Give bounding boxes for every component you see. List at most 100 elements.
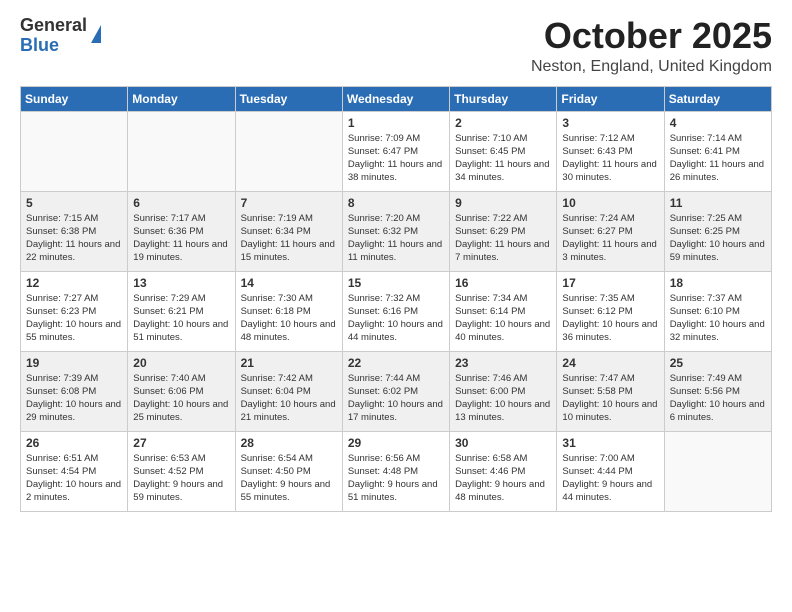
- day-number: 10: [562, 196, 658, 210]
- day-number: 27: [133, 436, 229, 450]
- day-number: 4: [670, 116, 766, 130]
- day-info: Sunrise: 7:44 AM Sunset: 6:02 PM Dayligh…: [348, 372, 444, 425]
- day-cell: 31 Sunrise: 7:00 AM Sunset: 4:44 PM Dayli…: [557, 431, 664, 511]
- week-row-5: 26 Sunrise: 6:51 AM Sunset: 4:54 PM Dayli…: [21, 431, 772, 511]
- day-info: Sunrise: 6:56 AM Sunset: 4:48 PM Dayligh…: [348, 452, 444, 505]
- day-cell: 4 Sunrise: 7:14 AM Sunset: 6:41 PM Daylig…: [664, 111, 771, 191]
- day-info: Sunrise: 7:25 AM Sunset: 6:25 PM Dayligh…: [670, 212, 766, 265]
- day-number: 17: [562, 276, 658, 290]
- day-cell: 30 Sunrise: 6:58 AM Sunset: 4:46 PM Dayli…: [450, 431, 557, 511]
- day-info: Sunrise: 7:15 AM Sunset: 6:38 PM Dayligh…: [26, 212, 122, 265]
- header-thursday: Thursday: [450, 86, 557, 111]
- day-info: Sunrise: 7:00 AM Sunset: 4:44 PM Dayligh…: [562, 452, 658, 505]
- day-cell: 28 Sunrise: 6:54 AM Sunset: 4:50 PM Dayli…: [235, 431, 342, 511]
- logo-text: General Blue: [20, 16, 87, 56]
- day-info: Sunrise: 7:32 AM Sunset: 6:16 PM Dayligh…: [348, 292, 444, 345]
- day-cell: 22 Sunrise: 7:44 AM Sunset: 6:02 PM Dayli…: [342, 351, 449, 431]
- day-number: 12: [26, 276, 122, 290]
- calendar: Sunday Monday Tuesday Wednesday Thursday…: [20, 86, 772, 512]
- day-number: 20: [133, 356, 229, 370]
- day-number: 24: [562, 356, 658, 370]
- header-monday: Monday: [128, 86, 235, 111]
- logo: General Blue: [20, 16, 101, 56]
- day-cell: [21, 111, 128, 191]
- day-number: 31: [562, 436, 658, 450]
- day-info: Sunrise: 6:58 AM Sunset: 4:46 PM Dayligh…: [455, 452, 551, 505]
- day-number: 30: [455, 436, 551, 450]
- day-info: Sunrise: 7:14 AM Sunset: 6:41 PM Dayligh…: [670, 132, 766, 185]
- title-block: October 2025 Neston, England, United Kin…: [531, 16, 772, 76]
- day-info: Sunrise: 7:34 AM Sunset: 6:14 PM Dayligh…: [455, 292, 551, 345]
- day-cell: 26 Sunrise: 6:51 AM Sunset: 4:54 PM Dayli…: [21, 431, 128, 511]
- day-info: Sunrise: 7:27 AM Sunset: 6:23 PM Dayligh…: [26, 292, 122, 345]
- day-cell: 7 Sunrise: 7:19 AM Sunset: 6:34 PM Daylig…: [235, 191, 342, 271]
- day-number: 18: [670, 276, 766, 290]
- week-row-2: 5Sunrise: 7:15 AM Sunset: 6:38 PM Daylig…: [21, 191, 772, 271]
- day-cell: 2 Sunrise: 7:10 AM Sunset: 6:45 PM Daylig…: [450, 111, 557, 191]
- day-cell: 24Sunrise: 7:47 AM Sunset: 5:58 PM Dayli…: [557, 351, 664, 431]
- day-info: Sunrise: 7:29 AM Sunset: 6:21 PM Dayligh…: [133, 292, 229, 345]
- day-cell: 10 Sunrise: 7:24 AM Sunset: 6:27 PM Dayli…: [557, 191, 664, 271]
- day-info: Sunrise: 7:40 AM Sunset: 6:06 PM Dayligh…: [133, 372, 229, 425]
- day-info: Sunrise: 7:39 AM Sunset: 6:08 PM Dayligh…: [26, 372, 122, 425]
- day-number: 25: [670, 356, 766, 370]
- day-cell: 8Sunrise: 7:20 AM Sunset: 6:32 PM Daylig…: [342, 191, 449, 271]
- day-info: Sunrise: 7:46 AM Sunset: 6:00 PM Dayligh…: [455, 372, 551, 425]
- day-number: 7: [241, 196, 337, 210]
- day-number: 19: [26, 356, 122, 370]
- day-number: 21: [241, 356, 337, 370]
- header-wednesday: Wednesday: [342, 86, 449, 111]
- day-number: 9: [455, 196, 551, 210]
- day-info: Sunrise: 7:12 AM Sunset: 6:43 PM Dayligh…: [562, 132, 658, 185]
- day-cell: 3Sunrise: 7:12 AM Sunset: 6:43 PM Daylig…: [557, 111, 664, 191]
- weekday-header-row: Sunday Monday Tuesday Wednesday Thursday…: [21, 86, 772, 111]
- header-friday: Friday: [557, 86, 664, 111]
- header-sunday: Sunday: [21, 86, 128, 111]
- day-cell: 9 Sunrise: 7:22 AM Sunset: 6:29 PM Daylig…: [450, 191, 557, 271]
- day-number: 23: [455, 356, 551, 370]
- day-number: 14: [241, 276, 337, 290]
- day-number: 22: [348, 356, 444, 370]
- day-cell: 1Sunrise: 7:09 AM Sunset: 6:47 PM Daylig…: [342, 111, 449, 191]
- day-info: Sunrise: 7:09 AM Sunset: 6:47 PM Dayligh…: [348, 132, 444, 185]
- week-row-1: 1Sunrise: 7:09 AM Sunset: 6:47 PM Daylig…: [21, 111, 772, 191]
- week-row-4: 19 Sunrise: 7:39 AM Sunset: 6:08 PM Dayli…: [21, 351, 772, 431]
- week-row-3: 12 Sunrise: 7:27 AM Sunset: 6:23 PM Dayli…: [21, 271, 772, 351]
- day-info: Sunrise: 7:35 AM Sunset: 6:12 PM Dayligh…: [562, 292, 658, 345]
- day-info: Sunrise: 7:10 AM Sunset: 6:45 PM Dayligh…: [455, 132, 551, 185]
- day-cell: 14Sunrise: 7:30 AM Sunset: 6:18 PM Dayli…: [235, 271, 342, 351]
- day-info: Sunrise: 7:42 AM Sunset: 6:04 PM Dayligh…: [241, 372, 337, 425]
- header-saturday: Saturday: [664, 86, 771, 111]
- logo-blue: Blue: [20, 36, 87, 56]
- day-info: Sunrise: 6:54 AM Sunset: 4:50 PM Dayligh…: [241, 452, 337, 505]
- day-cell: 18 Sunrise: 7:37 AM Sunset: 6:10 PM Dayli…: [664, 271, 771, 351]
- day-cell: 23 Sunrise: 7:46 AM Sunset: 6:00 PM Dayli…: [450, 351, 557, 431]
- day-number: 26: [26, 436, 122, 450]
- day-number: 28: [241, 436, 337, 450]
- day-cell: [128, 111, 235, 191]
- day-info: Sunrise: 7:24 AM Sunset: 6:27 PM Dayligh…: [562, 212, 658, 265]
- day-info: Sunrise: 7:17 AM Sunset: 6:36 PM Dayligh…: [133, 212, 229, 265]
- header-tuesday: Tuesday: [235, 86, 342, 111]
- day-cell: 29 Sunrise: 6:56 AM Sunset: 4:48 PM Dayli…: [342, 431, 449, 511]
- day-cell: 6Sunrise: 7:17 AM Sunset: 6:36 PM Daylig…: [128, 191, 235, 271]
- day-cell: 11Sunrise: 7:25 AM Sunset: 6:25 PM Dayli…: [664, 191, 771, 271]
- day-info: Sunrise: 7:19 AM Sunset: 6:34 PM Dayligh…: [241, 212, 337, 265]
- day-cell: 15Sunrise: 7:32 AM Sunset: 6:16 PM Dayli…: [342, 271, 449, 351]
- day-info: Sunrise: 6:51 AM Sunset: 4:54 PM Dayligh…: [26, 452, 122, 505]
- day-number: 13: [133, 276, 229, 290]
- day-info: Sunrise: 7:22 AM Sunset: 6:29 PM Dayligh…: [455, 212, 551, 265]
- logo-mark: General Blue: [20, 16, 101, 56]
- day-number: 2: [455, 116, 551, 130]
- day-cell: 21 Sunrise: 7:42 AM Sunset: 6:04 PM Dayli…: [235, 351, 342, 431]
- day-info: Sunrise: 7:37 AM Sunset: 6:10 PM Dayligh…: [670, 292, 766, 345]
- logo-triangle-icon: [91, 25, 101, 43]
- day-cell: 13 Sunrise: 7:29 AM Sunset: 6:21 PM Dayli…: [128, 271, 235, 351]
- day-cell: 27 Sunrise: 6:53 AM Sunset: 4:52 PM Dayli…: [128, 431, 235, 511]
- day-cell: 5Sunrise: 7:15 AM Sunset: 6:38 PM Daylig…: [21, 191, 128, 271]
- day-info: Sunrise: 6:53 AM Sunset: 4:52 PM Dayligh…: [133, 452, 229, 505]
- day-number: 8: [348, 196, 444, 210]
- day-number: 29: [348, 436, 444, 450]
- day-info: Sunrise: 7:49 AM Sunset: 5:56 PM Dayligh…: [670, 372, 766, 425]
- month-title: October 2025: [531, 16, 772, 56]
